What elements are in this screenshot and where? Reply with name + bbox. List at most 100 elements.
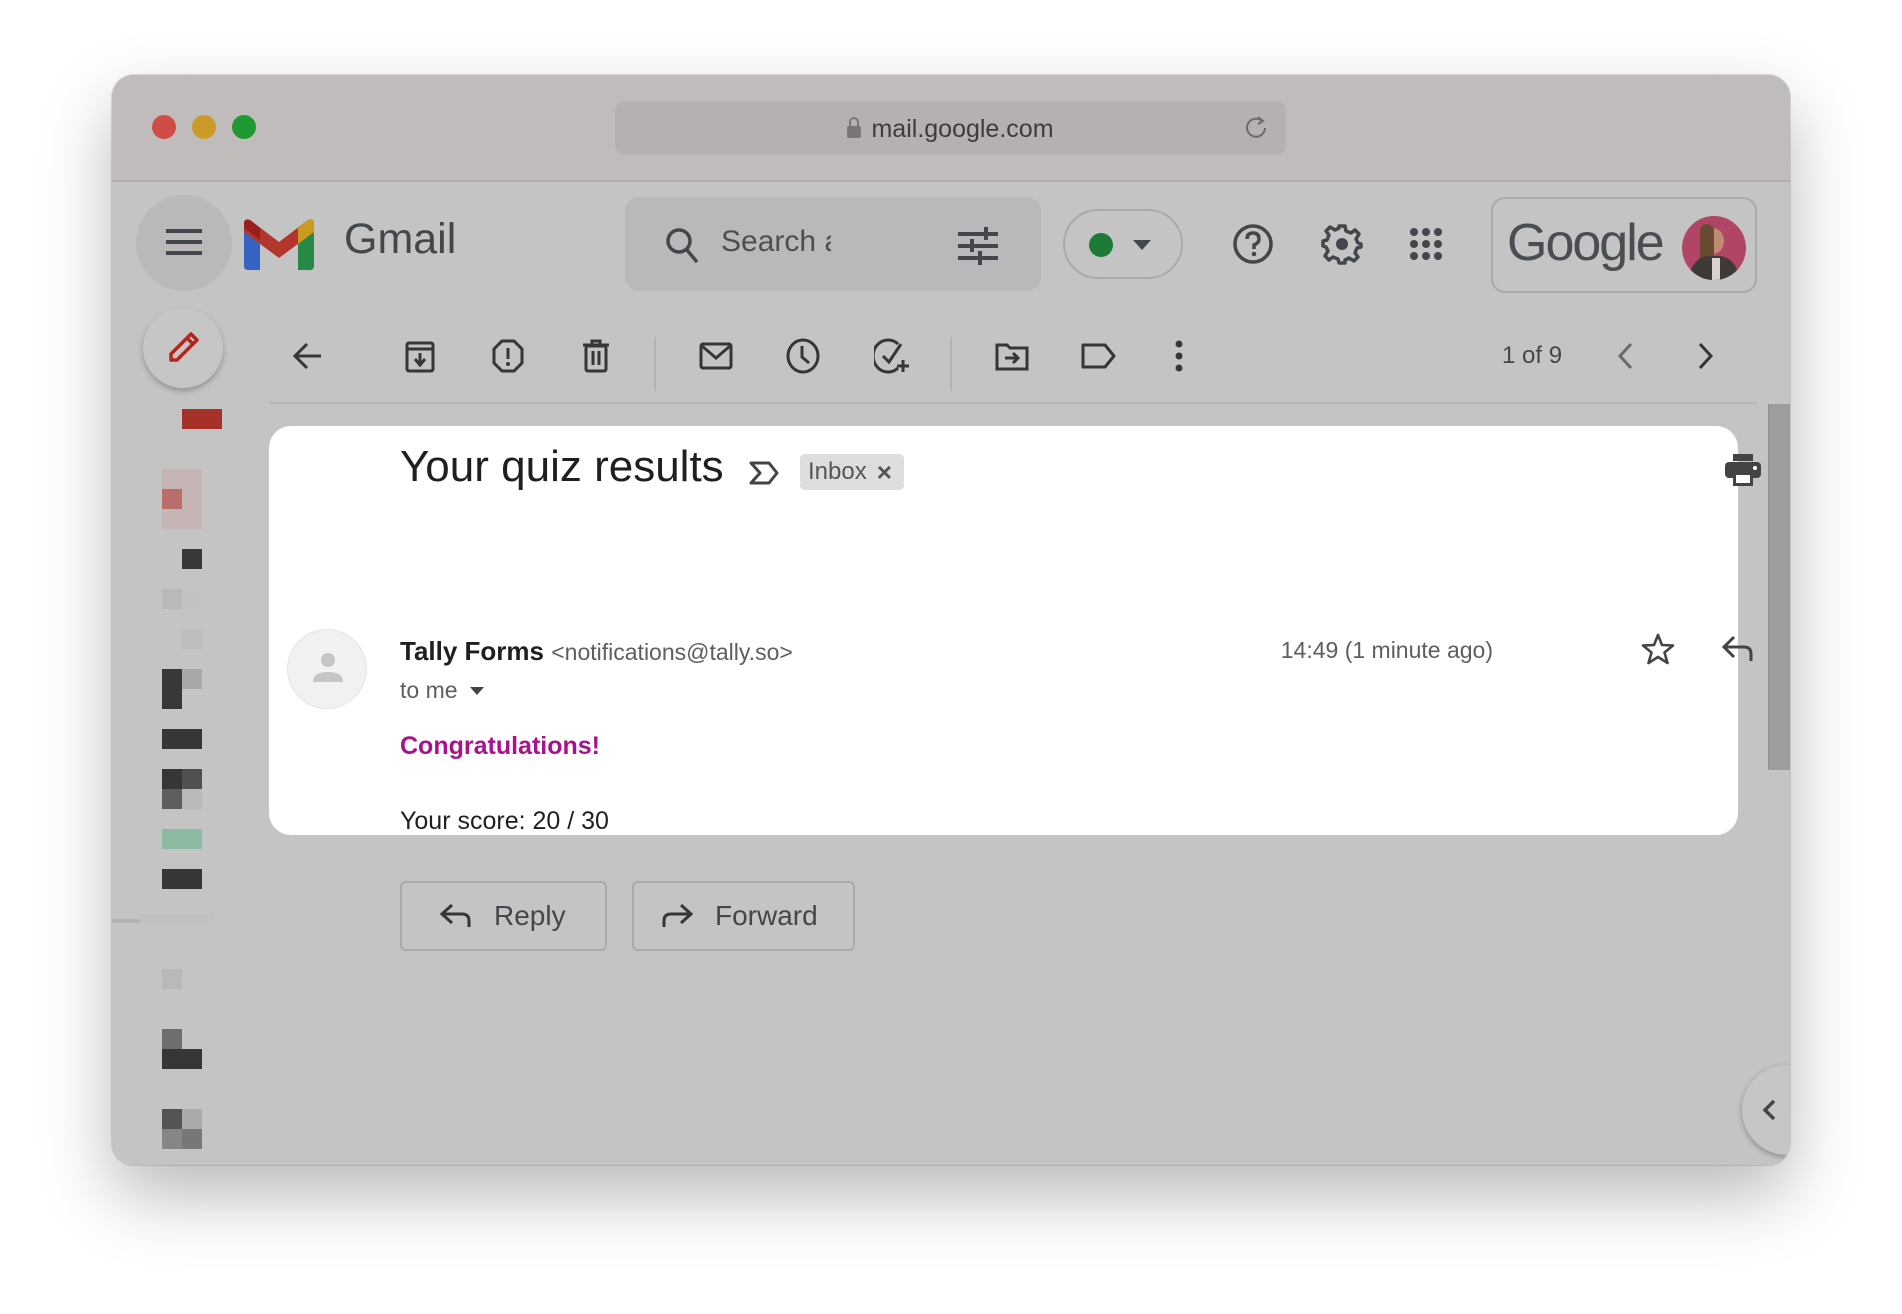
- app-name: Gmail: [344, 215, 457, 263]
- email-card: Your quiz results Inbox × Tally Forms <n…: [269, 426, 1761, 835]
- move-to-folder-icon: [995, 343, 1029, 371]
- clock-icon: [786, 338, 820, 374]
- reply-icon: [440, 903, 471, 927]
- pagination-text: 1 of 9: [1502, 342, 1563, 369]
- reply-button[interactable]: Reply: [400, 881, 607, 951]
- search-input[interactable]: Search a: [721, 225, 831, 259]
- address-bar[interactable]: mail.google.com: [615, 101, 1286, 155]
- sidebar-item-chat[interactable]: [162, 1029, 182, 1049]
- person-icon: [313, 653, 343, 682]
- arrow-back-icon: [293, 342, 321, 370]
- labels-button[interactable]: [1079, 336, 1119, 376]
- print-all-button[interactable]: [1725, 454, 1761, 486]
- reply-label: Reply: [494, 900, 566, 931]
- toolbar-divider: [950, 337, 952, 391]
- show-side-panel-button[interactable]: [1742, 1065, 1790, 1155]
- back-button[interactable]: [288, 336, 328, 376]
- sidebar-item-spaces-d: [182, 1129, 202, 1149]
- sidebar-item-important-b: [182, 589, 202, 609]
- email-time: 14:49 (1 minute ago): [1280, 637, 1493, 663]
- sidebar-item-spaces-b: [182, 1109, 202, 1129]
- main-menu-button[interactable]: [136, 195, 232, 291]
- apps-grid-icon: [1410, 228, 1442, 260]
- sidebar-item-important[interactable]: [162, 589, 182, 609]
- important-marker-icon[interactable]: [749, 461, 779, 485]
- help-button[interactable]: [1228, 219, 1278, 269]
- maximize-window-button[interactable]: [232, 115, 256, 139]
- sidebar-item-label-green[interactable]: [162, 829, 202, 849]
- status-dropdown[interactable]: [1063, 209, 1183, 279]
- sender-name[interactable]: Tally Forms: [400, 636, 544, 666]
- trash-icon: [583, 339, 609, 373]
- add-to-tasks-button[interactable]: [872, 336, 912, 376]
- sidebar-item-more-d: [182, 789, 202, 809]
- scrollbar-thumb[interactable]: [1768, 404, 1790, 770]
- sidebar-item-sent[interactable]: [182, 629, 202, 649]
- sidebar-item-more[interactable]: [162, 769, 182, 789]
- compose-button[interactable]: [143, 308, 223, 388]
- chevron-left-icon: [1762, 1099, 1776, 1121]
- forward-icon: [662, 903, 693, 927]
- sidebar-item-spaces[interactable]: [162, 1109, 182, 1129]
- mark-unread-button[interactable]: [696, 336, 736, 376]
- gmail-logo-icon[interactable]: [244, 218, 314, 270]
- sidebar-item-inbox[interactable]: [182, 409, 222, 429]
- toolbar-divider: [654, 337, 656, 391]
- add-task-icon: [874, 338, 909, 374]
- sidebar-item-starred-mark: [162, 489, 182, 509]
- chevron-left-icon: [1617, 342, 1633, 370]
- sidebar-item-label[interactable]: [162, 869, 202, 889]
- browser-window: mail.google.com Gmail Search a Google 1 …: [112, 75, 1790, 1165]
- archive-button[interactable]: [400, 336, 440, 376]
- sidebar-divider: [112, 919, 139, 923]
- google-apps-button[interactable]: [1401, 219, 1451, 269]
- google-wordmark: Google: [1507, 214, 1665, 272]
- inbox-label-chip: Inbox ×: [800, 454, 904, 490]
- reply-icon: [1722, 635, 1753, 661]
- more-actions-button[interactable]: [1159, 336, 1199, 376]
- pencil-icon: [169, 332, 199, 362]
- caret-down-icon: [469, 686, 484, 695]
- move-to-button[interactable]: [992, 336, 1032, 376]
- browser-titlebar: mail.google.com: [112, 75, 1790, 182]
- sender-line: Tally Forms <notifications@tally.so>: [400, 636, 793, 667]
- newer-button[interactable]: [1605, 336, 1645, 376]
- close-window-button[interactable]: [152, 115, 176, 139]
- search-options-icon: [958, 227, 998, 265]
- help-icon: [1233, 224, 1273, 264]
- report-spam-button[interactable]: [488, 336, 528, 376]
- reply-icon-button[interactable]: [1722, 635, 1754, 663]
- more-vert-icon: [1175, 340, 1183, 372]
- reload-icon[interactable]: [1242, 113, 1272, 143]
- print-icon: [1725, 454, 1761, 486]
- snooze-button[interactable]: [783, 336, 823, 376]
- body-score: Your score: 20 / 30: [400, 807, 609, 835]
- lock-icon: [847, 117, 862, 138]
- star-icon: [1641, 633, 1675, 665]
- google-account-button[interactable]: Google: [1491, 197, 1757, 293]
- sender-email: <notifications@tally.so>: [551, 639, 793, 665]
- recipient-details-toggle[interactable]: to me: [400, 677, 484, 704]
- sidebar-item-meet[interactable]: [162, 969, 182, 989]
- sidebar-item-chat-b: [162, 1049, 202, 1069]
- inbox-label-text: Inbox: [808, 458, 867, 485]
- gear-icon: [1321, 224, 1363, 265]
- hamburger-icon: [166, 229, 202, 255]
- sidebar-divider-band: [139, 913, 214, 923]
- search-icon: [666, 228, 699, 264]
- sidebar-item-drafts[interactable]: [162, 669, 182, 709]
- star-button[interactable]: [1641, 633, 1675, 665]
- sidebar-item-snoozed[interactable]: [182, 549, 202, 569]
- remove-label-button[interactable]: ×: [877, 457, 892, 488]
- url-text: mail.google.com: [871, 115, 1054, 143]
- forward-button[interactable]: Forward: [632, 881, 855, 951]
- minimize-window-button[interactable]: [192, 115, 216, 139]
- search-bar[interactable]: Search a: [625, 197, 1041, 291]
- toolbar-separator: [269, 402, 1757, 404]
- delete-button[interactable]: [576, 336, 616, 376]
- mail-icon: [699, 342, 733, 370]
- sidebar-item-categories[interactable]: [162, 729, 202, 749]
- settings-button[interactable]: [1317, 219, 1367, 269]
- sender-avatar[interactable]: [287, 629, 367, 709]
- older-button[interactable]: [1686, 336, 1726, 376]
